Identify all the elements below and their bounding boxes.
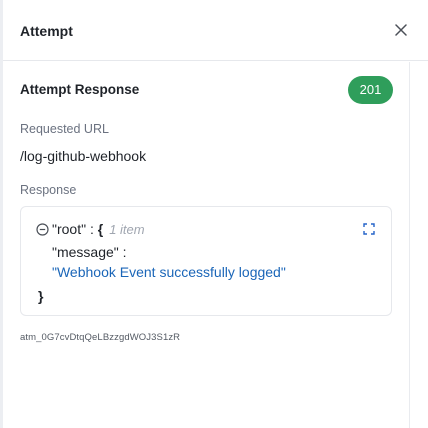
json-message-key: "message": [52, 244, 119, 260]
json-root-separator: :: [86, 221, 98, 237]
json-message-key-line: "message" :: [52, 244, 127, 260]
json-viewer: "root" : {1 item "message" : "Webhook Ev…: [20, 206, 392, 316]
json-root-key: "root": [52, 221, 87, 237]
json-root-line: "root" : {1 item: [52, 221, 145, 237]
json-message-separator: :: [118, 244, 127, 260]
panel-body: Attempt Response 201 Requested URL /log-…: [3, 62, 409, 428]
json-message-value: "Webhook Event successfully logged": [52, 264, 286, 280]
requested-url-label: Requested URL: [20, 122, 109, 136]
status-badge: 201: [348, 76, 393, 104]
requested-url-value: /log-github-webhook: [20, 148, 147, 164]
json-open-brace: {: [97, 221, 104, 237]
json-close-brace: }: [38, 288, 44, 304]
close-icon: [395, 24, 407, 36]
attempt-id: atm_0G7cvDtqQeLBzzgdWOJ3S1zR: [20, 332, 181, 343]
response-label: Response: [20, 183, 77, 197]
attempt-response-title: Attempt Response: [20, 82, 140, 97]
fullscreen-icon[interactable]: [363, 223, 375, 235]
close-button[interactable]: [392, 21, 410, 39]
scrollbar-track[interactable]: [409, 62, 428, 428]
attempt-panel: Attempt Attempt Response 201 Requested U…: [0, 0, 428, 428]
json-item-count: 1 item: [109, 222, 145, 237]
panel-header: Attempt: [3, 0, 428, 61]
collapse-minus-icon[interactable]: [36, 223, 49, 236]
panel-title: Attempt: [20, 23, 73, 39]
